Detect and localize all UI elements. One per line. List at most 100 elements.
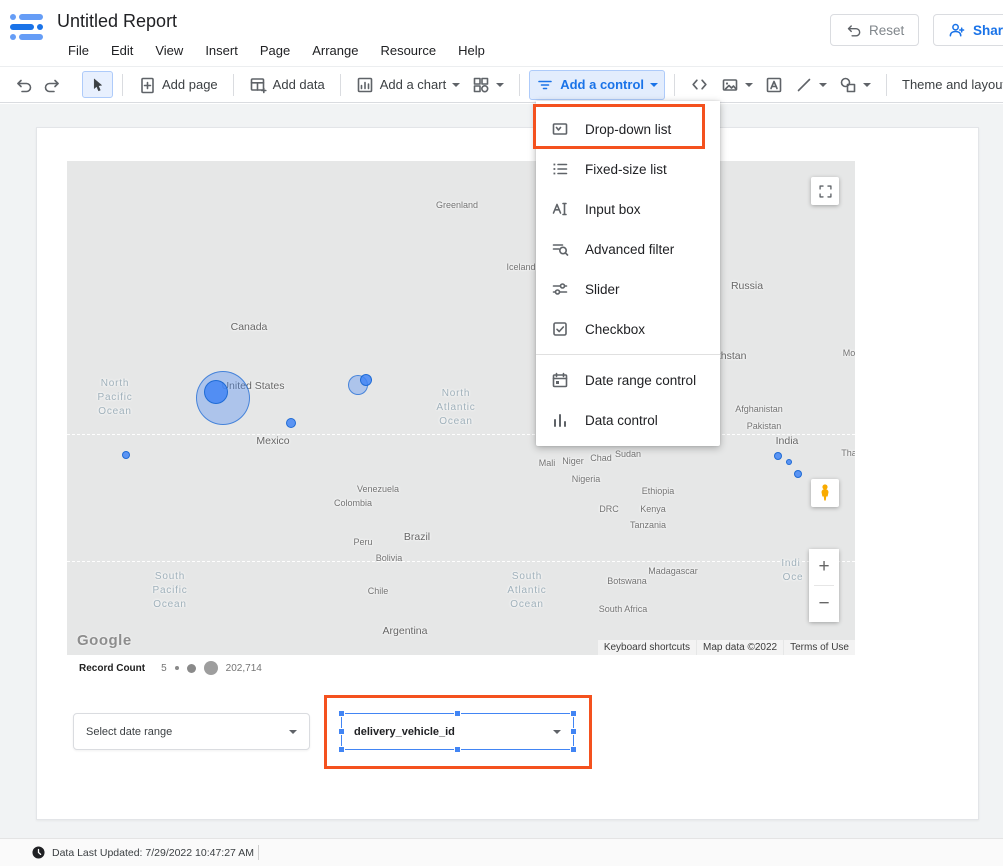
input-box-icon <box>551 200 569 218</box>
map-geo-label: Chad <box>590 453 612 463</box>
map-geo-label: Russia <box>731 280 763 292</box>
menu-file[interactable]: File <box>57 39 100 62</box>
zoom-out-button[interactable]: − <box>809 586 839 622</box>
terms-of-use-link[interactable]: Terms of Use <box>784 640 855 655</box>
date-range-label: Select date range <box>86 726 172 738</box>
data-studio-logo-icon[interactable] <box>10 13 46 43</box>
zoom-in-button[interactable]: + <box>809 549 839 585</box>
toolbar-divider <box>340 74 341 96</box>
selection-handle[interactable] <box>338 710 345 717</box>
menu-item-label: Drop-down list <box>585 122 671 137</box>
menu-item-checkbox[interactable]: Checkbox <box>536 309 720 349</box>
reset-button[interactable]: Reset <box>830 14 919 46</box>
drop-down-list-icon <box>551 120 569 138</box>
add-line-button[interactable] <box>789 71 833 99</box>
report-title[interactable]: Untitled Report <box>57 11 177 32</box>
menu-resource[interactable]: Resource <box>369 39 447 62</box>
selection-handle[interactable] <box>570 710 577 717</box>
map-fullscreen-button[interactable] <box>811 177 839 205</box>
delivery-vehicle-id-label: delivery_vehicle_id <box>354 726 455 738</box>
date-range-control[interactable]: Select date range <box>73 713 310 750</box>
menu-page[interactable]: Page <box>249 39 301 62</box>
add-control-button[interactable]: Add a control <box>529 70 665 100</box>
map-canvas[interactable]: + − Google Keyboard shortcuts Map data ©… <box>67 161 855 655</box>
menu-insert[interactable]: Insert <box>194 39 249 62</box>
map-bubble <box>794 470 802 478</box>
add-text-button[interactable] <box>759 71 789 99</box>
undo-button[interactable] <box>8 71 38 99</box>
add-control-label: Add a control <box>560 77 644 92</box>
fullscreen-icon <box>818 184 833 199</box>
map-geo-label: Chile <box>368 586 389 596</box>
theme-and-layout-button[interactable]: Theme and layout <box>896 72 1003 97</box>
add-shape-button[interactable] <box>833 71 877 99</box>
embed-code-icon <box>690 75 709 94</box>
chevron-down-icon <box>745 83 753 87</box>
google-maps-logo: Google <box>77 632 132 649</box>
app: Untitled Report File Edit View Insert Pa… <box>0 0 1003 866</box>
selection-handle[interactable] <box>338 746 345 753</box>
menu-item-data-control[interactable]: Data control <box>536 400 720 440</box>
add-image-button[interactable] <box>715 71 759 99</box>
map-gridline <box>67 434 855 435</box>
fixed-size-list-icon <box>551 160 569 178</box>
map-data-label: Map data ©2022 <box>697 640 783 655</box>
last-updated-text: Data Last Updated: 7/29/2022 10:47:27 AM <box>52 847 254 859</box>
add-data-icon <box>249 76 267 94</box>
map-geo-label: Pakistan <box>747 421 782 431</box>
menu-item-date-range-control[interactable]: Date range control <box>536 360 720 400</box>
share-label: Shar <box>973 23 1003 38</box>
menu-help[interactable]: Help <box>447 39 496 62</box>
add-page-button[interactable]: Add page <box>132 71 224 99</box>
undo-icon <box>14 76 32 94</box>
select-tool-button[interactable] <box>82 71 113 98</box>
menu-item-fixed-size-list[interactable]: Fixed-size list <box>536 149 720 189</box>
map-geo-label: Botswana <box>607 576 647 586</box>
report-page[interactable]: + − Google Keyboard shortcuts Map data ©… <box>36 127 979 820</box>
community-visualizations-button[interactable] <box>466 71 510 99</box>
menu-item-advanced-filter[interactable]: Advanced filter <box>536 229 720 269</box>
keyboard-shortcuts-link[interactable]: Keyboard shortcuts <box>598 640 696 655</box>
add-page-icon <box>138 76 156 94</box>
selection-handle[interactable] <box>338 728 345 735</box>
map-attribution: Keyboard shortcuts Map data ©2022 Terms … <box>598 640 855 655</box>
toolbar-divider <box>519 74 520 96</box>
menu-edit[interactable]: Edit <box>100 39 144 62</box>
menu-arrange[interactable]: Arrange <box>301 39 369 62</box>
add-control-menu: Drop-down list Fixed-size list Input box… <box>536 101 720 446</box>
delivery-vehicle-id-control[interactable]: delivery_vehicle_id <box>341 713 574 750</box>
map-bubble <box>286 418 296 428</box>
logo-bar <box>10 24 34 30</box>
logo-bar <box>19 34 43 40</box>
embed-button[interactable] <box>684 70 715 99</box>
cursor-icon <box>89 76 106 93</box>
add-page-label: Add page <box>162 77 218 92</box>
map-geo-label: North Pacific Ocean <box>97 377 132 419</box>
add-chart-button[interactable]: Add a chart <box>350 71 467 99</box>
map-geo-label: Venezuela <box>357 484 399 494</box>
selection-handle[interactable] <box>570 728 577 735</box>
chevron-down-icon <box>650 83 658 87</box>
selection-handle[interactable] <box>454 710 461 717</box>
selection-handle[interactable] <box>454 746 461 753</box>
redo-icon <box>44 76 62 94</box>
line-icon <box>795 76 813 94</box>
legend-max-value: 202,714 <box>226 663 262 674</box>
map-geo-label: Greenland <box>436 200 478 210</box>
add-data-button[interactable]: Add data <box>243 71 331 99</box>
legend-bubble-large-icon <box>204 661 218 675</box>
menu-view[interactable]: View <box>144 39 194 62</box>
menu-item-input-box[interactable]: Input box <box>536 189 720 229</box>
logo-bar <box>19 14 43 20</box>
add-data-label: Add data <box>273 77 325 92</box>
map-legend: Record Count 5 202,714 <box>79 661 262 675</box>
redo-button[interactable] <box>38 71 68 99</box>
pegman-button[interactable] <box>811 479 839 507</box>
add-chart-icon <box>356 76 374 94</box>
selection-handle[interactable] <box>570 746 577 753</box>
map-geo-label: Argentina <box>383 625 428 637</box>
map-geo-label: Nigeria <box>572 474 601 484</box>
menu-item-drop-down-list[interactable]: Drop-down list <box>536 109 720 149</box>
share-button[interactable]: Shar <box>933 14 1003 46</box>
menu-item-slider[interactable]: Slider <box>536 269 720 309</box>
